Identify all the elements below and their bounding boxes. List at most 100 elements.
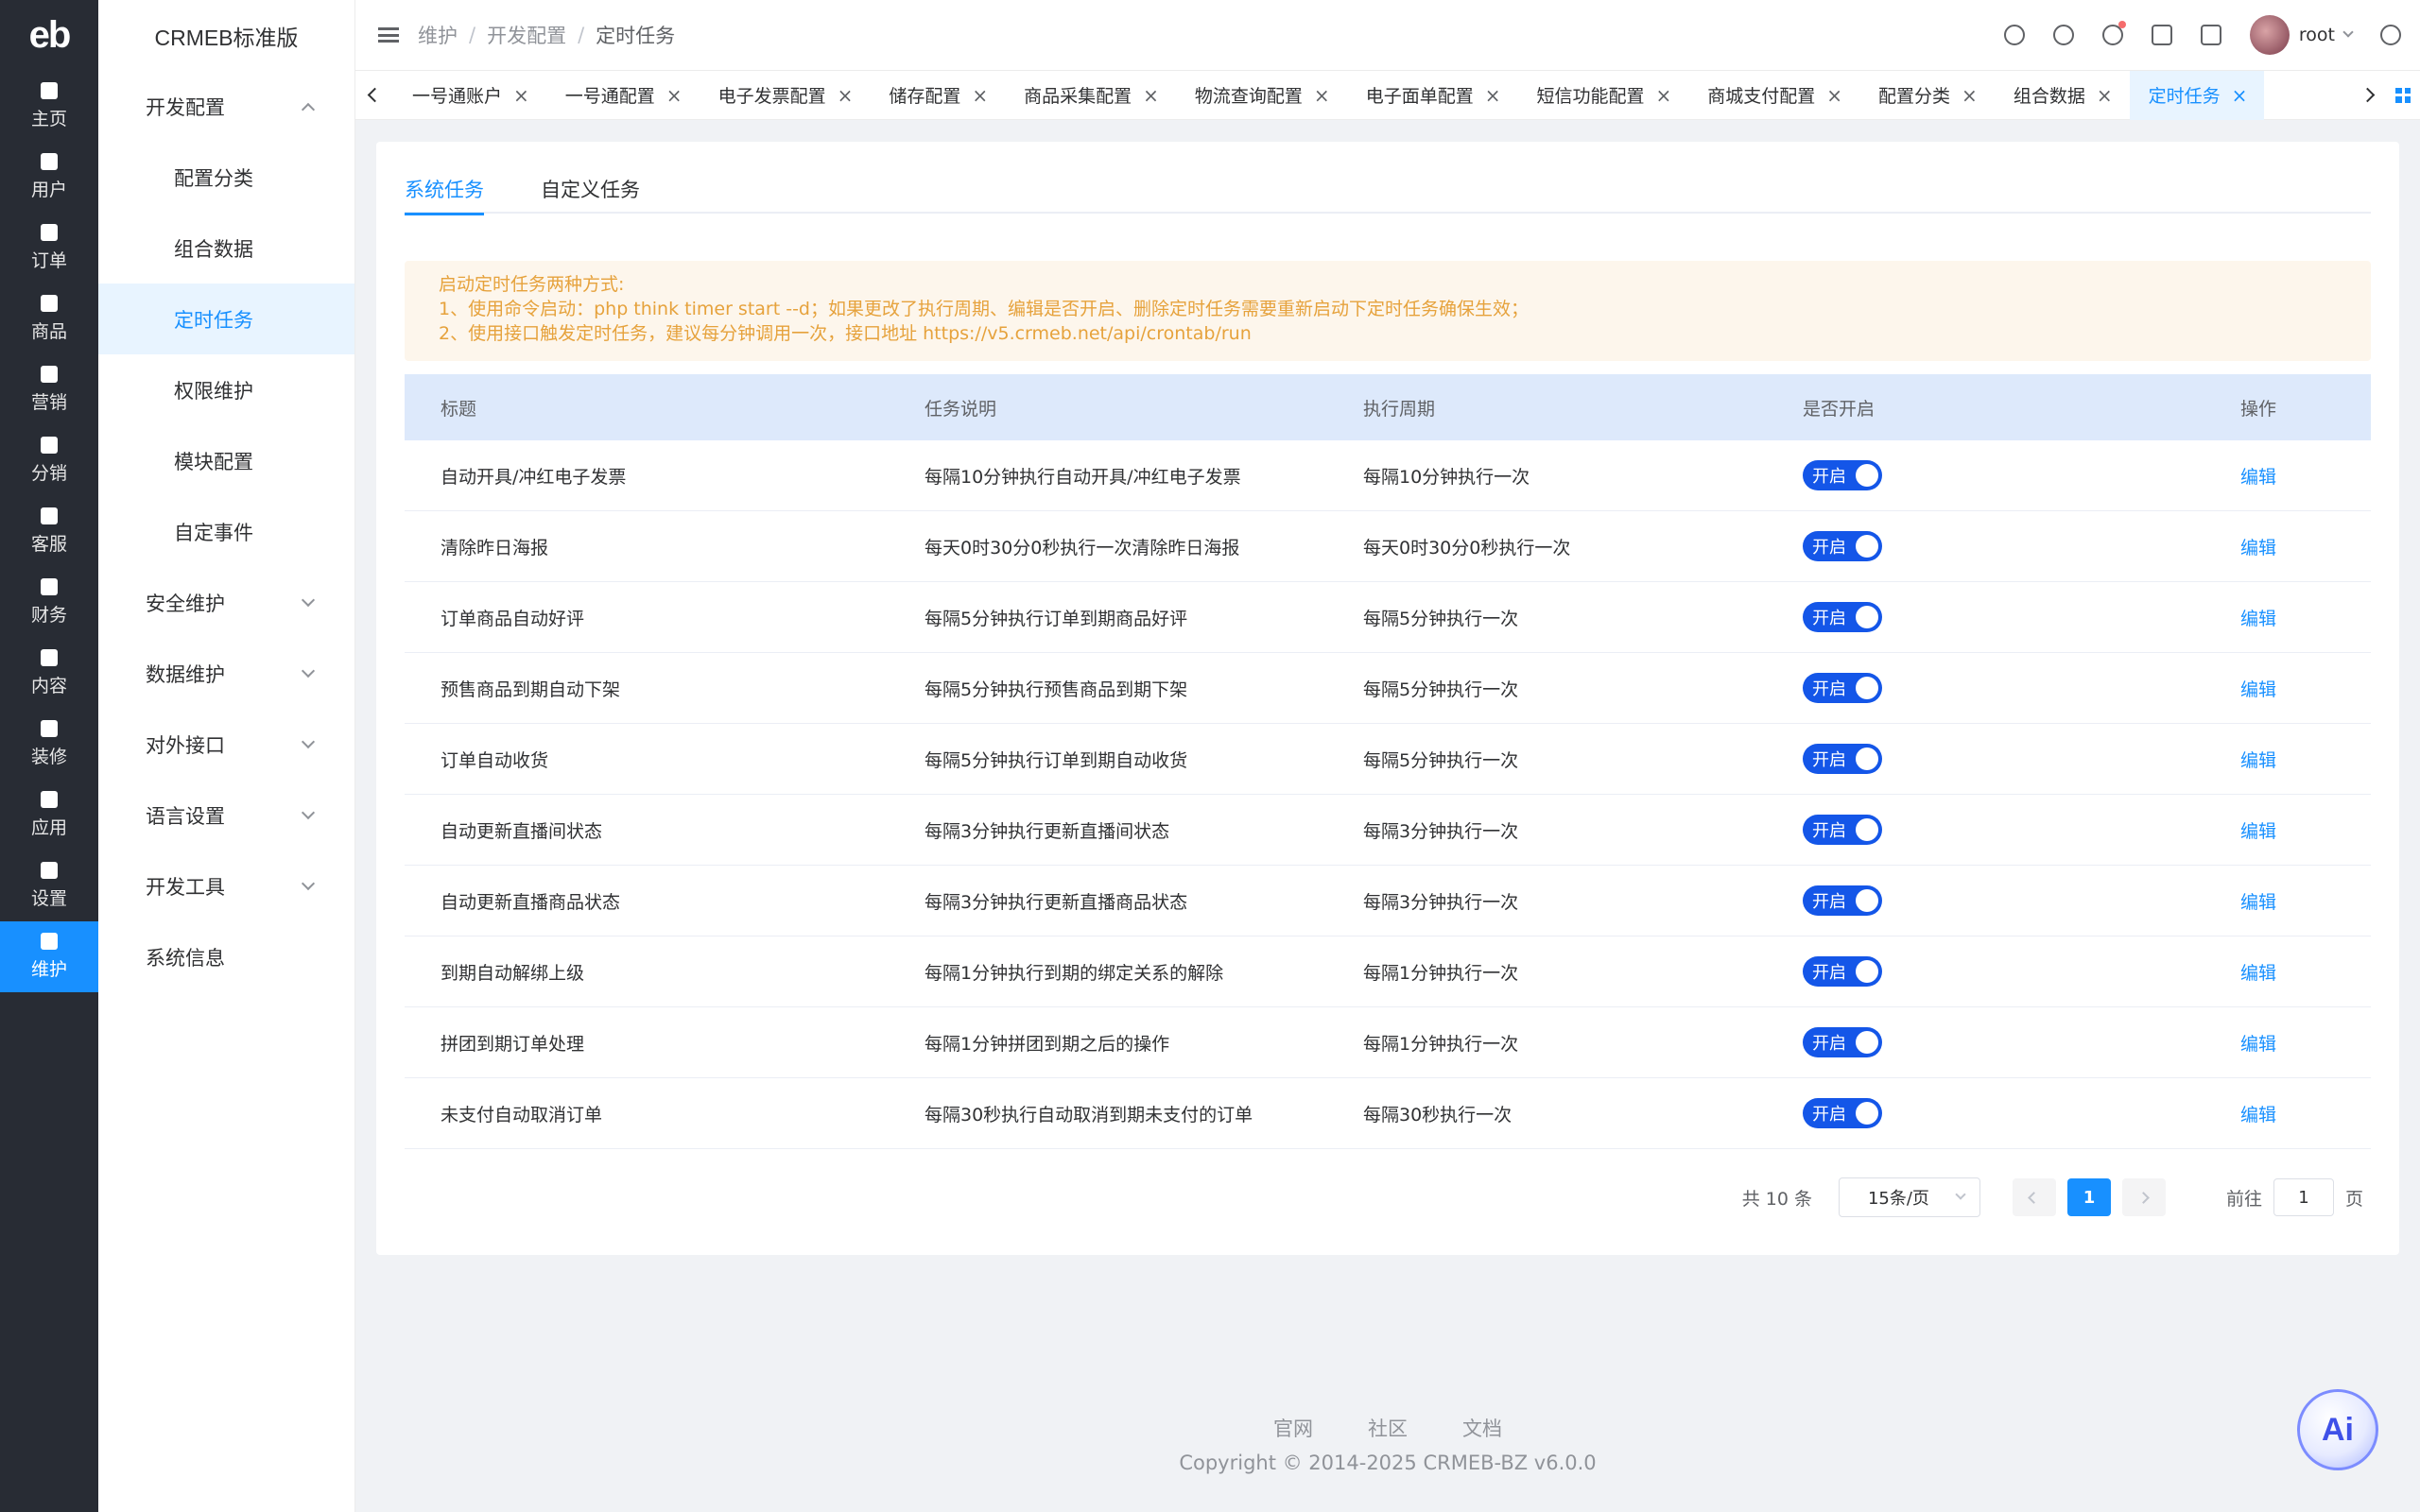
enabled-cell: 开启 xyxy=(1767,673,2204,703)
sub-menu-item[interactable]: 权限维护 xyxy=(98,354,354,425)
page-tab[interactable]: 电子发票配置 × xyxy=(700,71,871,120)
close-icon[interactable]: × xyxy=(2097,84,2113,107)
grid-menu-icon[interactable] xyxy=(2395,87,2411,103)
goto-page-input[interactable]: 1 xyxy=(2273,1178,2334,1216)
tablet-icon[interactable] xyxy=(2200,25,2221,45)
enable-toggle[interactable]: 开启 xyxy=(1803,885,1882,916)
edit-link[interactable]: 编辑 xyxy=(2240,609,2276,629)
close-icon[interactable]: × xyxy=(513,84,529,107)
rail-item[interactable]: 设置 xyxy=(0,850,98,921)
search-icon[interactable] xyxy=(2052,25,2074,45)
page-tab[interactable]: 一号通配置 × xyxy=(546,71,700,120)
tabs-scroll-right[interactable] xyxy=(2348,71,2386,120)
close-icon[interactable]: × xyxy=(838,84,854,107)
edit-link[interactable]: 编辑 xyxy=(2240,1034,2276,1055)
rail-item[interactable]: 主页 xyxy=(0,71,98,142)
page-number-current[interactable]: 1 xyxy=(2066,1178,2111,1216)
page-tab[interactable]: 配置分类 × xyxy=(1859,71,1995,120)
gear-icon[interactable] xyxy=(2380,25,2401,45)
page-tab[interactable]: 储存配置 × xyxy=(870,71,1005,120)
close-icon[interactable]: × xyxy=(1826,84,1842,107)
enable-toggle[interactable]: 开启 xyxy=(1803,956,1882,987)
bell-icon[interactable] xyxy=(2101,21,2126,45)
sub-menu-item[interactable]: 组合数据 xyxy=(98,213,354,284)
sub-menu-item[interactable]: 模块配置 xyxy=(98,425,354,496)
rail-item[interactable]: 维护 xyxy=(0,921,98,992)
page-tab[interactable]: 商品采集配置 × xyxy=(1005,71,1176,120)
actions-cell: 编辑 xyxy=(2204,817,2371,843)
rail-item[interactable]: 内容 xyxy=(0,638,98,709)
edit-link[interactable]: 编辑 xyxy=(2240,963,2276,984)
menu-group[interactable]: 安全维护 xyxy=(98,567,354,638)
menu-group[interactable]: 对外接口 xyxy=(98,709,354,780)
enable-toggle[interactable]: 开启 xyxy=(1803,1027,1882,1057)
sub-menu-item[interactable]: 自定事件 xyxy=(98,496,354,567)
rail-item[interactable]: 应用 xyxy=(0,780,98,850)
user-menu[interactable]: root xyxy=(2249,15,2354,55)
fullscreen-icon[interactable] xyxy=(2151,25,2172,45)
rail-item[interactable]: 营销 xyxy=(0,354,98,425)
close-icon[interactable]: × xyxy=(1655,84,1671,107)
task-cycle: 每隔30秒执行一次 xyxy=(1363,1104,1512,1125)
prev-page-button[interactable] xyxy=(2012,1178,2056,1216)
enable-toggle[interactable]: 开启 xyxy=(1803,602,1882,632)
page-tab[interactable]: 物流查询配置 × xyxy=(1176,71,1347,120)
page-tab[interactable]: 一号通账户 × xyxy=(393,71,546,120)
edit-link[interactable]: 编辑 xyxy=(2240,750,2276,771)
rail-item[interactable]: 客服 xyxy=(0,496,98,567)
close-icon[interactable]: × xyxy=(666,84,683,107)
footer-link-docs[interactable]: 文档 xyxy=(1462,1414,1502,1442)
rail-item[interactable]: 订单 xyxy=(0,213,98,284)
page-tab[interactable]: 短信功能配置 × xyxy=(1517,71,1688,120)
enable-toggle[interactable]: 开启 xyxy=(1803,531,1882,561)
breadcrumb-item[interactable]: 维护 xyxy=(418,21,458,49)
menu-item-system-info[interactable]: 系统信息 xyxy=(98,921,354,992)
rail-item[interactable]: 分销 xyxy=(0,425,98,496)
sub-menu-item[interactable]: 定时任务 xyxy=(98,284,354,354)
page-tab[interactable]: 商城支付配置 × xyxy=(1688,71,1859,120)
close-icon[interactable]: × xyxy=(2232,84,2248,107)
actions-cell: 编辑 xyxy=(2204,1030,2371,1056)
close-icon[interactable]: × xyxy=(972,84,988,107)
page-tab[interactable]: 定时任务 × xyxy=(2129,70,2265,120)
sub-menu-item[interactable]: 配置分类 xyxy=(98,142,354,213)
page-tab[interactable]: 电子面单配置 × xyxy=(1347,71,1518,120)
brand-logo[interactable]: eb xyxy=(0,0,98,71)
close-icon[interactable]: × xyxy=(1962,84,1978,107)
menu-toggle-icon[interactable] xyxy=(378,27,399,43)
footer-link-official[interactable]: 官网 xyxy=(1273,1414,1313,1442)
edit-link[interactable]: 编辑 xyxy=(2240,892,2276,913)
enable-toggle[interactable]: 开启 xyxy=(1803,460,1882,490)
tab-system-tasks[interactable]: 系统任务 xyxy=(405,164,484,215)
edit-link[interactable]: 编辑 xyxy=(2240,1105,2276,1125)
tabs-scroll-left[interactable] xyxy=(355,71,393,120)
edit-link[interactable]: 编辑 xyxy=(2240,467,2276,488)
footer-link-community[interactable]: 社区 xyxy=(1368,1414,1408,1442)
page-tab[interactable]: 组合数据 × xyxy=(1995,71,2130,120)
next-page-button[interactable] xyxy=(2121,1178,2166,1216)
edit-link[interactable]: 编辑 xyxy=(2240,679,2276,700)
rail-item[interactable]: 用户 xyxy=(0,142,98,213)
menu-group[interactable]: 语言设置 xyxy=(98,780,354,850)
close-icon[interactable]: × xyxy=(1485,84,1501,107)
menu-group-dev-config[interactable]: 开发配置 xyxy=(98,71,354,142)
edit-link[interactable]: 编辑 xyxy=(2240,821,2276,842)
ai-assistant-button[interactable]: Ai xyxy=(2297,1389,2378,1470)
rail-item[interactable]: 商品 xyxy=(0,284,98,354)
refresh-icon[interactable] xyxy=(2003,25,2025,45)
menu-group[interactable]: 开发工具 xyxy=(98,850,354,921)
rail-item[interactable]: 财务 xyxy=(0,567,98,638)
close-icon[interactable]: × xyxy=(1143,84,1159,107)
rail-item[interactable]: 装修 xyxy=(0,709,98,780)
chevron-down-icon xyxy=(2342,26,2354,38)
close-icon[interactable]: × xyxy=(1314,84,1330,107)
page-size-select[interactable]: 15条/页 xyxy=(1838,1177,1980,1217)
menu-group[interactable]: 数据维护 xyxy=(98,638,354,709)
enable-toggle[interactable]: 开启 xyxy=(1803,744,1882,774)
tab-custom-tasks[interactable]: 自定义任务 xyxy=(541,164,640,214)
edit-link[interactable]: 编辑 xyxy=(2240,538,2276,558)
enable-toggle[interactable]: 开启 xyxy=(1803,1098,1882,1128)
enable-toggle[interactable]: 开启 xyxy=(1803,815,1882,845)
breadcrumb-item[interactable]: 开发配置 xyxy=(487,21,566,49)
enable-toggle[interactable]: 开启 xyxy=(1803,673,1882,703)
